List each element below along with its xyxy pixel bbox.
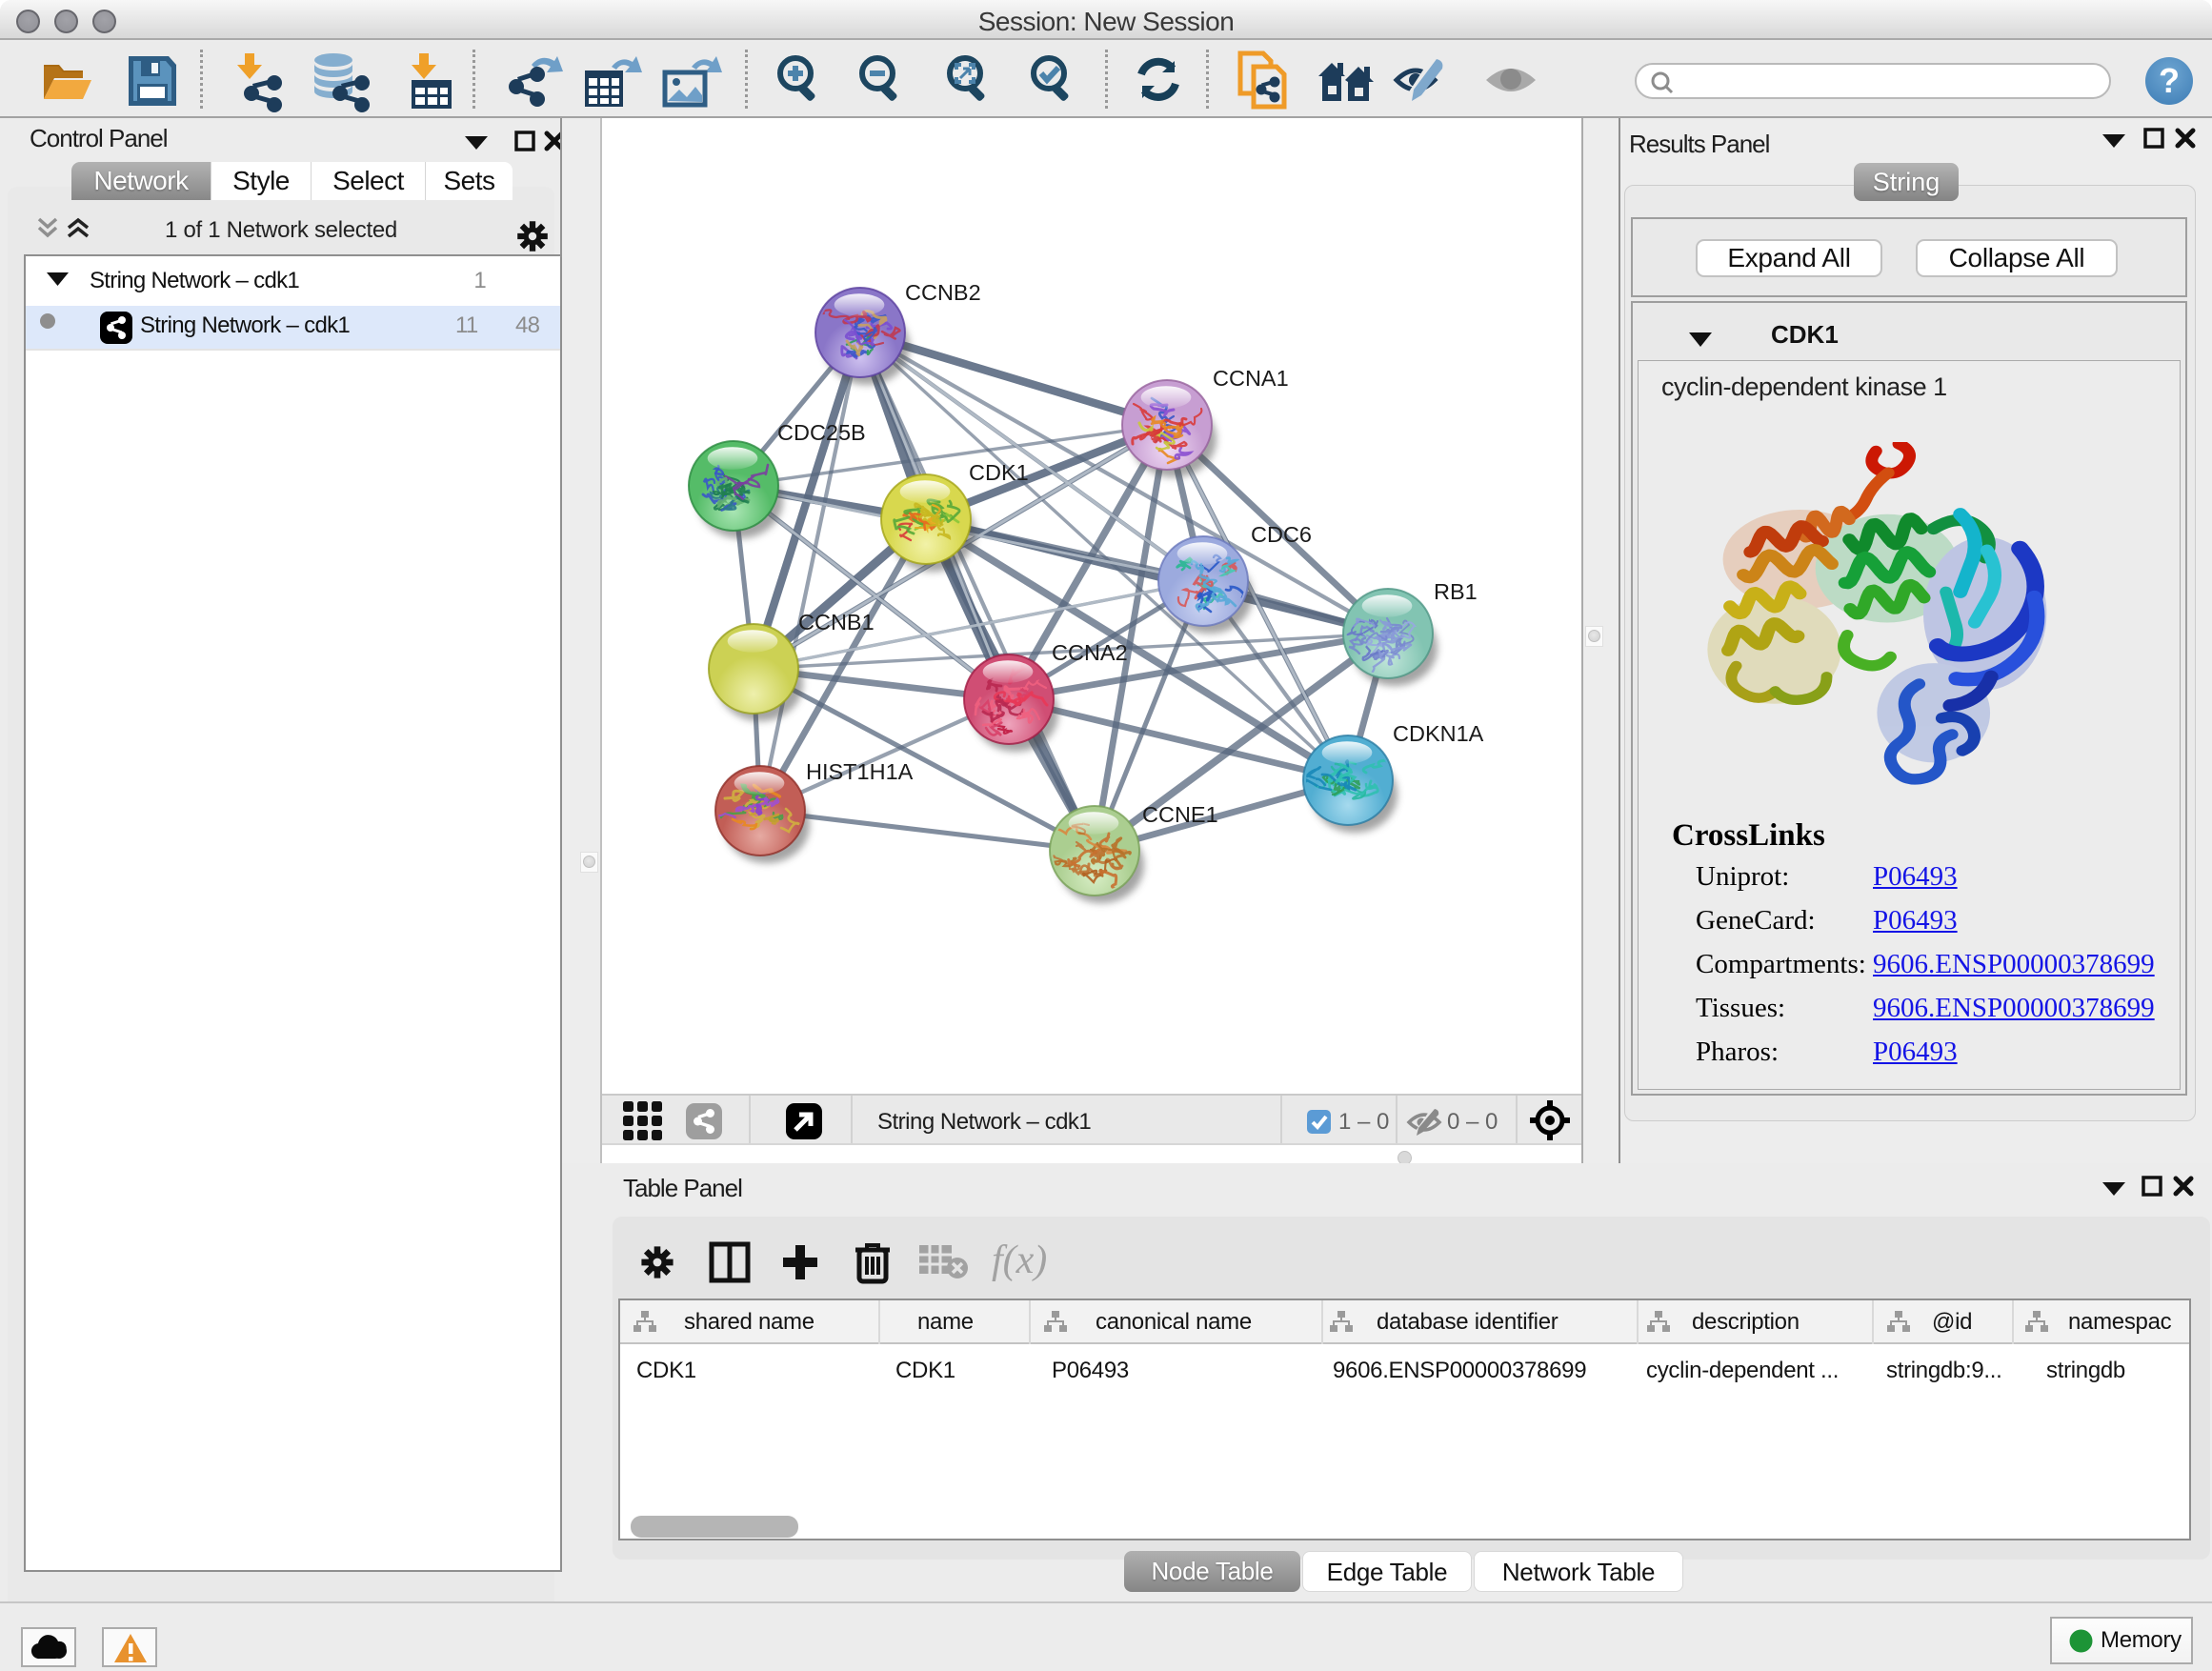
svg-text:CCNA2: CCNA2 (1052, 640, 1128, 665)
svg-text:CDC25B: CDC25B (777, 420, 866, 445)
svg-text:CDC6: CDC6 (1251, 522, 1312, 547)
svg-text:CDK1: CDK1 (969, 460, 1029, 485)
svg-text:CDKN1A: CDKN1A (1393, 721, 1484, 746)
svg-text:CCNB1: CCNB1 (798, 610, 875, 634)
svg-text:RB1: RB1 (1434, 579, 1478, 604)
svg-text:CCNB2: CCNB2 (905, 280, 981, 305)
svg-text:HIST1H1A: HIST1H1A (806, 759, 914, 784)
svg-text:CCNA1: CCNA1 (1213, 366, 1289, 391)
svg-text:CCNE1: CCNE1 (1142, 802, 1218, 827)
